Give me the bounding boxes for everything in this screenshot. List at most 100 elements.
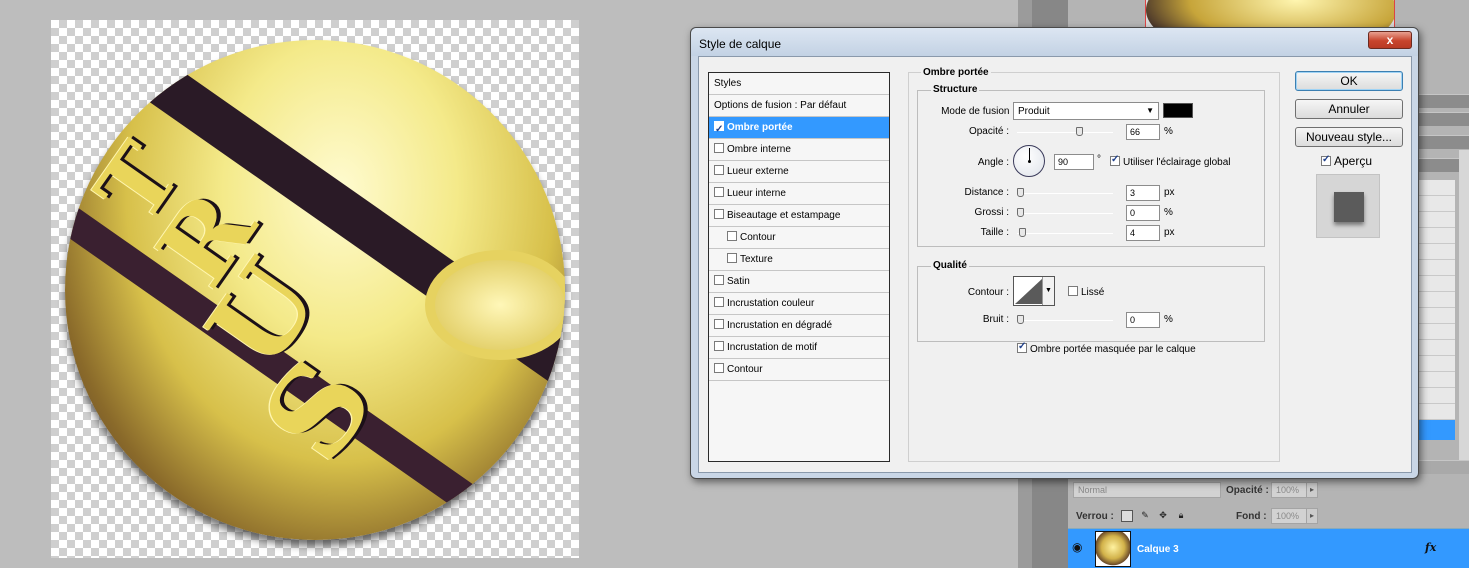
angle-unit: ° — [1097, 154, 1101, 165]
preview-square — [1334, 192, 1364, 222]
style-item[interactable]: Contour — [709, 227, 889, 249]
size-field[interactable]: 4 — [1126, 225, 1160, 241]
lock-pixels-icon[interactable]: ✎ — [1139, 510, 1151, 522]
distance-label: Distance : — [964, 187, 1009, 198]
style-item-checkbox-icon[interactable] — [714, 341, 724, 351]
style-item-checkbox-icon[interactable] — [714, 165, 724, 175]
structure-title: Structure — [931, 84, 980, 95]
opacity-label: Opacité : — [968, 126, 1009, 137]
style-item-label: Texture — [740, 254, 773, 265]
angle-field[interactable]: 90 — [1054, 154, 1094, 170]
style-item[interactable]: Incrustation en dégradé — [709, 315, 889, 337]
blend-mode-select[interactable]: Produit ▼ — [1013, 102, 1159, 120]
style-item-label: Options de fusion : Par défaut — [714, 100, 847, 111]
contour-label: Contour : — [967, 287, 1009, 298]
style-item[interactable]: Ombre interne — [709, 139, 889, 161]
layer-opacity-arrow-icon[interactable]: ▸ — [1306, 482, 1318, 498]
size-slider-knob[interactable] — [1018, 228, 1026, 237]
noise-unit: % — [1164, 314, 1173, 325]
style-item[interactable]: Incrustation couleur — [709, 293, 889, 315]
lock-all-icon[interactable]: 🔒︎ — [1175, 510, 1187, 522]
document-canvas[interactable]: S U R T — [51, 20, 579, 558]
style-item-checkbox-icon[interactable] — [727, 231, 737, 241]
style-item-checkbox-icon[interactable] — [714, 275, 724, 285]
shadow-color-swatch[interactable] — [1163, 103, 1193, 118]
style-preview — [1316, 174, 1380, 238]
style-item-checkbox-icon[interactable] — [714, 297, 724, 307]
noise-slider-knob[interactable] — [1017, 315, 1024, 324]
distance-slider-knob[interactable] — [1017, 188, 1024, 197]
preview-checkbox[interactable]: Aperçu — [1321, 154, 1372, 168]
style-item-label: Incrustation couleur — [727, 298, 815, 309]
noise-field[interactable]: 0 — [1126, 312, 1160, 328]
style-item[interactable]: Satin — [709, 271, 889, 293]
fx-icon[interactable]: fx — [1425, 541, 1436, 554]
size-unit: px — [1164, 227, 1175, 238]
panel-scrollbar[interactable] — [1459, 150, 1469, 460]
size-label: Taille : — [980, 227, 1009, 238]
style-item-label: Lueur externe — [727, 166, 789, 177]
global-light-check-icon[interactable] — [1110, 154, 1120, 166]
layer-opacity-field[interactable]: 100% — [1271, 482, 1307, 498]
style-item[interactable]: Lueur interne — [709, 183, 889, 205]
opacity-slider-knob[interactable] — [1075, 127, 1083, 136]
preview-check-icon[interactable] — [1321, 154, 1331, 166]
spread-slider[interactable] — [1017, 213, 1113, 214]
global-light-checkbox[interactable]: Utiliser l'éclairage global — [1110, 154, 1231, 168]
spread-field[interactable]: 0 — [1126, 205, 1160, 221]
blend-mode-value: Produit — [1018, 106, 1050, 117]
cancel-button[interactable]: Annuler — [1295, 99, 1403, 119]
smooth-check-icon[interactable] — [1068, 286, 1078, 296]
style-item[interactable]: Contour — [709, 359, 889, 381]
new-style-button[interactable]: Nouveau style... — [1295, 127, 1403, 147]
spread-slider-knob[interactable] — [1017, 208, 1024, 217]
style-item-label: Ombre portée — [727, 122, 793, 133]
visibility-eye-icon[interactable]: ◉ — [1072, 540, 1082, 554]
lock-transparency-icon[interactable] — [1121, 510, 1133, 522]
style-item-checkbox-icon[interactable] — [714, 209, 724, 219]
chevron-down-icon: ▼ — [1146, 106, 1154, 115]
fill-label: Fond : — [1236, 511, 1267, 522]
style-item[interactable]: Incrustation de motif — [709, 337, 889, 359]
style-item-checkbox-icon[interactable] — [714, 363, 724, 373]
size-slider[interactable] — [1017, 233, 1113, 234]
style-item-label: Biseautage et estampage — [727, 210, 841, 221]
style-item-label: Incrustation en dégradé — [727, 320, 833, 331]
angle-label: Angle : — [977, 157, 1009, 168]
blend-mode-label: Mode de fusion : — [941, 106, 1015, 117]
style-item-checkbox-icon[interactable] — [727, 253, 737, 263]
style-item[interactable]: Options de fusion : Par défaut — [709, 95, 889, 117]
style-item[interactable]: Biseautage et estampage — [709, 205, 889, 227]
style-item-checkbox-icon[interactable] — [714, 319, 724, 329]
panel-selected-row[interactable] — [1415, 420, 1455, 440]
styles-header[interactable]: Styles — [709, 73, 889, 95]
style-item[interactable]: Texture — [709, 249, 889, 271]
smooth-checkbox[interactable]: Lissé — [1068, 286, 1104, 298]
lock-label: Verrou : — [1076, 511, 1114, 522]
style-settings-panel: Ombre portée Structure Mode de fusion : … — [908, 67, 1280, 462]
fill-field[interactable]: 100% — [1271, 508, 1307, 524]
close-button[interactable]: x — [1368, 31, 1412, 49]
style-item-checkbox-icon[interactable] — [714, 187, 724, 197]
angle-dial[interactable] — [1013, 145, 1045, 177]
fill-arrow-icon[interactable]: ▸ — [1306, 508, 1318, 524]
ok-button[interactable]: OK — [1295, 71, 1403, 91]
style-item[interactable]: Ombre portée — [709, 117, 889, 140]
layer-blend-mode-select[interactable]: Normal — [1073, 482, 1221, 498]
style-item[interactable]: Lueur externe — [709, 161, 889, 183]
contour-picker[interactable]: ▼ — [1013, 276, 1055, 306]
style-item-checkbox-icon[interactable] — [714, 119, 724, 140]
layer-opacity-label: Opacité : — [1226, 485, 1269, 496]
layer-name[interactable]: Calque 3 — [1137, 544, 1179, 555]
opacity-field[interactable]: 66 — [1126, 124, 1160, 140]
dialog-titlebar[interactable]: Style de calque x — [691, 28, 1418, 56]
distance-field[interactable]: 3 — [1126, 185, 1160, 201]
noise-slider[interactable] — [1017, 320, 1113, 321]
opacity-slider[interactable] — [1017, 132, 1113, 133]
style-item-label: Ombre interne — [727, 144, 791, 155]
lock-position-icon[interactable]: ✥ — [1157, 510, 1169, 522]
style-item-checkbox-icon[interactable] — [714, 143, 724, 153]
distance-slider[interactable] — [1017, 193, 1113, 194]
knockout-checkbox[interactable]: Ombre portée masquée par le calque — [1017, 341, 1196, 355]
knockout-check-icon[interactable] — [1017, 341, 1027, 353]
